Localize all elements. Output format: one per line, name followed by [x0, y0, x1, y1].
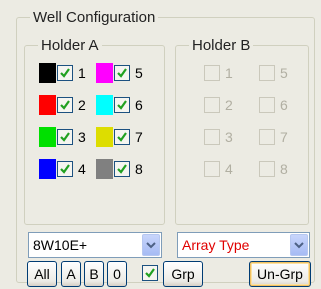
group-button[interactable]: Grp: [163, 261, 203, 287]
array-type-value: Array Type: [182, 237, 250, 253]
well-checkbox[interactable]: [259, 65, 275, 81]
well-number: 5: [280, 65, 288, 81]
holder-a-well-2: 2: [39, 95, 93, 115]
well-checkbox[interactable]: [204, 129, 220, 145]
well-checkbox[interactable]: [57, 65, 73, 81]
well-configuration-panel: Well Configuration Holder A Holder B 1 2 3…: [0, 0, 321, 289]
holder-a-button[interactable]: A: [61, 261, 81, 287]
holder-b-well-2: 2: [204, 95, 258, 115]
holder-b-well-4: 4: [204, 159, 258, 179]
holder-a-well-5: 5: [96, 63, 150, 83]
well-number: 8: [135, 161, 143, 177]
well-color-swatch: [39, 95, 56, 115]
well-number: 4: [225, 161, 233, 177]
holder-a-title: Holder A: [38, 37, 102, 55]
well-number: 5: [135, 65, 143, 81]
holder-a-well-4: 4: [39, 159, 93, 179]
well-checkbox[interactable]: [114, 65, 130, 81]
well-number: 8: [280, 161, 288, 177]
holder-a-well-7: 7: [96, 127, 150, 147]
checkmark-icon: [145, 268, 155, 278]
all-button[interactable]: All: [27, 261, 57, 287]
checkmark-icon: [117, 132, 127, 142]
holder-a-well-6: 6: [96, 95, 150, 115]
well-checkbox[interactable]: [114, 97, 130, 113]
holder-b-well-5: 5: [259, 63, 313, 83]
well-number: 3: [78, 129, 86, 145]
well-number: 6: [280, 97, 288, 113]
well-checkbox[interactable]: [259, 161, 275, 177]
well-checkbox[interactable]: [114, 161, 130, 177]
plate-type-select[interactable]: 8W10E+: [28, 232, 162, 258]
chevron-down-icon[interactable]: [290, 234, 308, 256]
plate-type-value: 8W10E+: [33, 237, 88, 253]
checkmark-icon: [117, 164, 127, 174]
chevron-down-icon[interactable]: [142, 234, 160, 256]
holder-b-well-6: 6: [259, 95, 313, 115]
holder-a-well-8: 8: [96, 159, 150, 179]
well-checkbox[interactable]: [114, 129, 130, 145]
well-configuration-title: Well Configuration: [30, 9, 159, 27]
well-checkbox[interactable]: [57, 161, 73, 177]
well-number: 7: [280, 129, 288, 145]
well-number: 3: [225, 129, 233, 145]
well-checkbox[interactable]: [259, 129, 275, 145]
well-number: 1: [225, 65, 233, 81]
well-number: 1: [78, 65, 86, 81]
well-checkbox[interactable]: [259, 97, 275, 113]
checkmark-icon: [60, 68, 70, 78]
well-number: 2: [225, 97, 233, 113]
well-number: 4: [78, 161, 86, 177]
well-checkbox[interactable]: [204, 97, 220, 113]
holder-b-well-3: 3: [204, 127, 258, 147]
well-checkbox[interactable]: [204, 161, 220, 177]
holder-b-title: Holder B: [189, 37, 254, 55]
well-color-swatch: [39, 127, 56, 147]
well-color-swatch: [96, 95, 113, 115]
holder-b-well-8: 8: [259, 159, 313, 179]
well-color-swatch: [96, 127, 113, 147]
well-checkbox[interactable]: [204, 65, 220, 81]
holder-a-well-1: 1: [39, 63, 93, 83]
checkmark-icon: [60, 132, 70, 142]
checkmark-icon: [60, 100, 70, 110]
well-number: 2: [78, 97, 86, 113]
clear-button[interactable]: 0: [107, 261, 127, 287]
checkmark-icon: [117, 100, 127, 110]
holder-b-well-7: 7: [259, 127, 313, 147]
ungroup-button[interactable]: Un-Grp: [249, 261, 311, 287]
group-checkbox[interactable]: [142, 265, 158, 281]
checkmark-icon: [117, 68, 127, 78]
holder-a-well-3: 3: [39, 127, 93, 147]
well-color-swatch: [39, 63, 56, 83]
well-checkbox[interactable]: [57, 129, 73, 145]
array-type-select[interactable]: Array Type: [177, 232, 310, 258]
well-color-swatch: [39, 159, 56, 179]
well-color-swatch: [96, 63, 113, 83]
holder-b-well-1: 1: [204, 63, 258, 83]
well-number: 6: [135, 97, 143, 113]
well-color-swatch: [96, 159, 113, 179]
checkmark-icon: [60, 164, 70, 174]
well-number: 7: [135, 129, 143, 145]
holder-b-button[interactable]: B: [84, 261, 104, 287]
well-checkbox[interactable]: [57, 97, 73, 113]
